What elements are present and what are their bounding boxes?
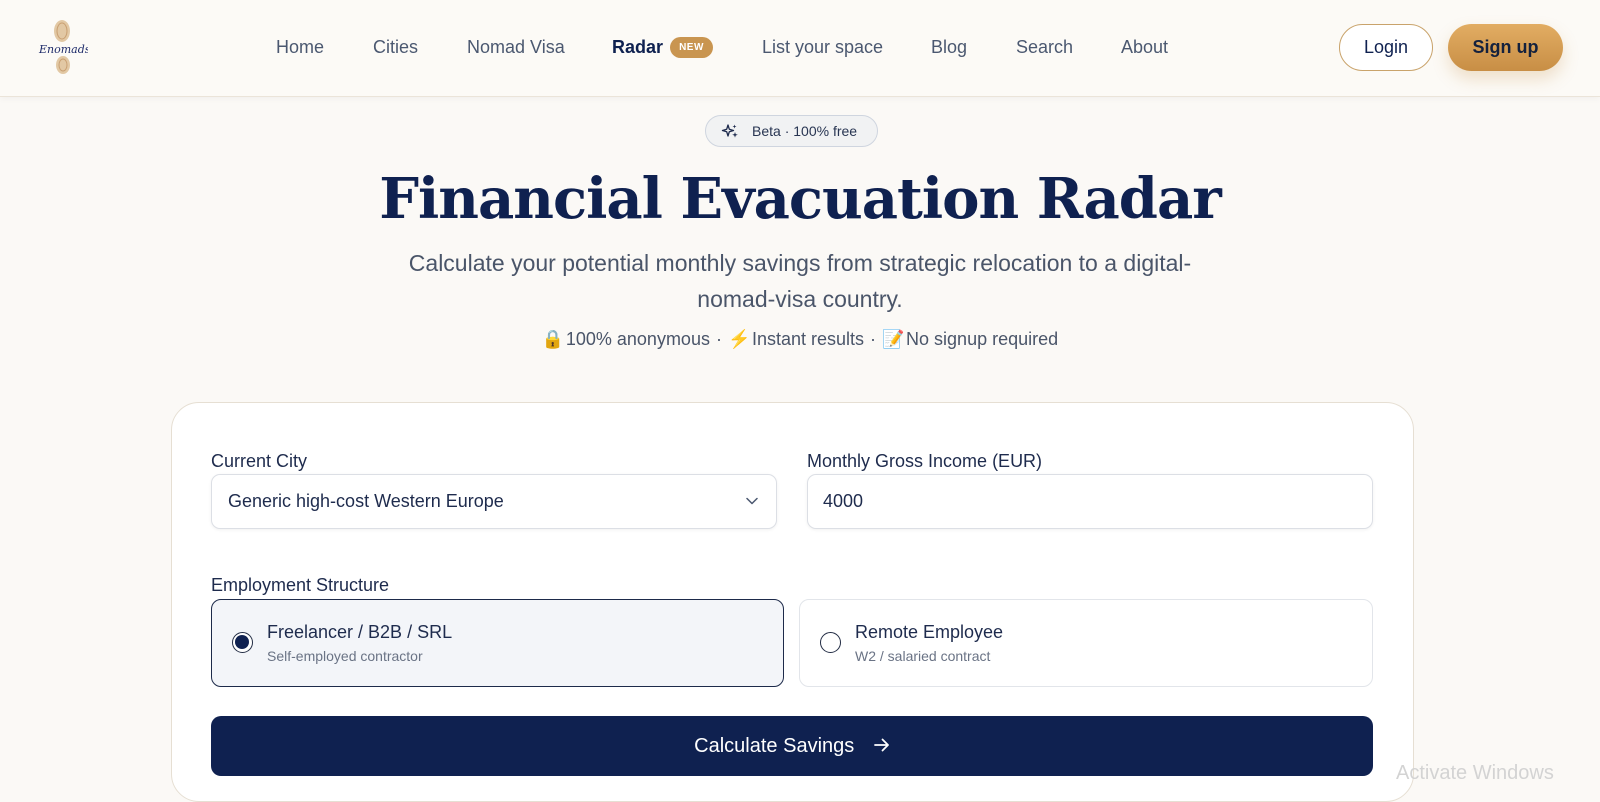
income-input[interactable] [807,474,1373,529]
option-title: Remote Employee [855,622,1004,642]
nav-item-radar[interactable]: Radar [612,36,663,58]
nav-item-home[interactable]: Home [276,36,324,58]
trust-indicators: 🔒100% anonymous · ⚡Instant results · 📝No sig… [0,327,1600,351]
beta-badge-label: Beta · 100% free [752,123,858,139]
nav-item-blog[interactable]: Blog [931,36,967,58]
lightning-icon: ⚡ [727,329,751,349]
beta-badge: Beta · 100% free [705,115,878,147]
page-subtitle: Calculate your potential monthly savings… [408,250,1192,312]
arrow-right-icon [873,738,889,752]
chevron-down-icon [746,497,758,505]
nav-item-about[interactable]: About [1121,36,1168,58]
employment-label: Employment Structure [211,575,390,595]
signup-button[interactable]: Sign up [1448,24,1563,71]
trust-separator: · [870,329,877,349]
employment-option-freelancer[interactable]: Freelancer / B2B / SRL Self-employed con… [211,599,784,687]
sparkles-icon [721,124,738,138]
login-button[interactable]: Login [1339,24,1433,71]
nav-item-search[interactable]: Search [1016,36,1073,58]
nav-item-cities[interactable]: Cities [373,36,418,58]
trust-instant: Instant results [751,329,865,349]
nav-item-list-your-space[interactable]: List your space [762,36,883,58]
nav-item-nomad-visa[interactable]: Nomad Visa [467,36,565,58]
trust-no-signup: No signup required [906,329,1059,349]
current-city-value: Generic high-cost Western Europe [228,491,504,511]
lock-icon: 🔒 [541,329,565,349]
site-header: Enomads Home Cities Nomad Visa Radar NEW… [0,0,1600,97]
calculate-savings-button[interactable]: Calculate Savings [211,716,1373,776]
employment-option-remote-employee[interactable]: Remote Employee W2 / salaried contract [799,599,1373,687]
option-description: W2 / salaried contract [855,648,991,664]
current-city-select[interactable]: Generic high-cost Western Europe [211,474,777,529]
memo-icon: 📝 [882,329,905,349]
trust-separator: · [715,329,722,349]
radio-button-selected[interactable] [232,632,253,653]
option-description: Self-employed contractor [267,648,423,664]
page-title: Financial Evacuation Radar [379,166,1222,232]
radio-button-unselected[interactable] [820,632,841,653]
calculate-savings-label: Calculate Savings [694,735,855,757]
option-title: Freelancer / B2B / SRL [267,622,453,642]
trust-anonymous: 100% anonymous [565,329,710,349]
income-label: Monthly Gross Income (EUR) [807,451,1043,471]
new-badge: NEW [670,37,713,58]
current-city-label: Current City [211,451,308,471]
